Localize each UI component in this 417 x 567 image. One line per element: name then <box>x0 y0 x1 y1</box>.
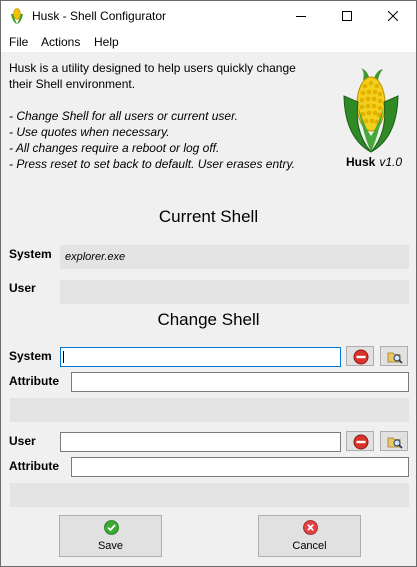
browse-folder-icon <box>387 352 403 364</box>
current-shell-title: Current Shell <box>158 207 259 226</box>
menu-help[interactable]: Help <box>94 35 119 49</box>
logo-caption: Husk v1.0 <box>346 155 402 169</box>
user-reset-button[interactable] <box>346 431 374 451</box>
reset-icon <box>353 349 369 365</box>
app-name: Husk <box>346 155 376 169</box>
title-bar[interactable]: Husk - Shell Configurator <box>1 1 416 32</box>
main-window: Husk - Shell Configurator File Actions H… <box>0 0 417 567</box>
system-reset-button[interactable] <box>346 346 374 366</box>
content-panel: Husk is a utility designed to help users… <box>1 52 416 566</box>
menu-bar: File Actions Help <box>1 32 416 52</box>
user-attribute-label: Attribute <box>9 459 59 473</box>
window-title: Husk - Shell Configurator <box>32 9 167 23</box>
user-status-bar <box>10 483 409 507</box>
intro-bullets: - Change Shell for all users or current … <box>9 108 296 172</box>
app-version: v1.0 <box>379 155 403 169</box>
current-system-label: System <box>9 247 52 261</box>
bullet-item: - Change Shell for all users or current … <box>9 109 238 123</box>
system-attribute-label: Attribute <box>9 374 59 388</box>
minimize-icon <box>296 16 306 17</box>
intro-line-2: their Shell environment. <box>9 77 136 91</box>
bullet-item: - All changes require a reboot or log of… <box>9 141 220 155</box>
cancel-icon <box>303 520 318 535</box>
change-shell-title: Change Shell <box>157 310 260 329</box>
corn-app-icon <box>11 8 23 24</box>
menu-file[interactable]: File <box>9 35 28 49</box>
system-browse-button[interactable] <box>380 346 408 366</box>
user-label: User <box>9 434 36 448</box>
current-system-value: explorer.exe <box>60 245 409 269</box>
save-button[interactable]: Save <box>59 515 162 557</box>
system-label: System <box>9 349 52 363</box>
user-attribute-input[interactable] <box>71 457 409 477</box>
text-caret <box>63 351 64 363</box>
bullet-item: - Use quotes when necessary. <box>9 125 170 139</box>
user-shell-input[interactable] <box>60 432 341 452</box>
close-window-button[interactable] <box>370 1 416 32</box>
system-status-bar <box>10 398 409 422</box>
system-shell-input[interactable] <box>60 347 341 367</box>
save-label: Save <box>97 540 124 552</box>
cancel-button[interactable]: Cancel <box>258 515 361 557</box>
bullet-item: - Press reset to set back to default. Us… <box>9 157 295 171</box>
system-attribute-input[interactable] <box>71 372 409 392</box>
menu-actions[interactable]: Actions <box>41 35 80 49</box>
intro-line-1: Husk is a utility designed to help users… <box>9 61 296 75</box>
user-browse-button[interactable] <box>380 431 408 451</box>
corn-icon <box>343 68 399 153</box>
cancel-label: Cancel <box>292 540 327 552</box>
reset-icon <box>353 434 369 450</box>
minimize-button[interactable] <box>278 1 324 32</box>
current-user-label: User <box>9 281 36 295</box>
current-user-value <box>60 280 409 304</box>
checkmark-icon <box>104 520 119 535</box>
maximize-icon <box>342 11 352 21</box>
browse-folder-icon <box>387 437 403 449</box>
close-icon <box>388 11 398 21</box>
maximize-button[interactable] <box>324 1 370 32</box>
intro-text: Husk is a utility designed to help users… <box>9 60 296 172</box>
